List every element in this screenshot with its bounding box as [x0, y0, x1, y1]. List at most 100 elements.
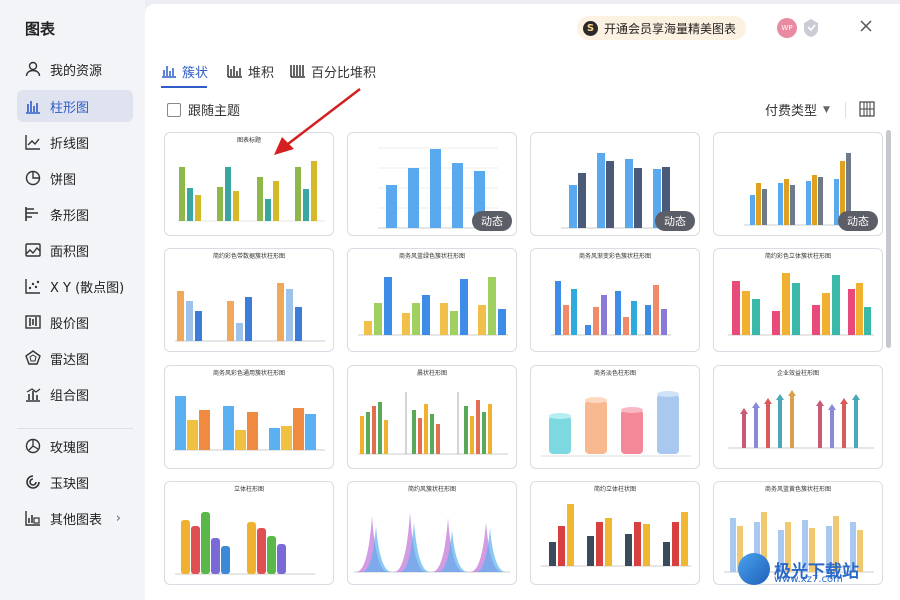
chart-template-card[interactable]: 商务淡色柱形图	[530, 365, 700, 469]
vip-promo-label: 开通会员享海量精美图表	[604, 21, 737, 36]
follow-theme-label: 跟随主题	[188, 104, 241, 119]
chart-template-card[interactable]: 动态	[347, 132, 517, 236]
chart-thumbnail	[358, 392, 508, 455]
chart-thumbnail	[541, 391, 691, 457]
vip-badge-icon[interactable]	[802, 18, 820, 38]
vip-promo-button[interactable]: S 开通会员享海量精美图表	[577, 16, 747, 40]
chart-thumbnail	[175, 512, 315, 575]
watermark-url: www.xz7.com	[774, 574, 843, 585]
follow-theme-checkbox[interactable]: 跟随主题	[167, 100, 240, 119]
chart-template-card[interactable]: 商务风渐变彩色簇状柱形图	[530, 248, 700, 352]
chart-template-card[interactable]: 简约立体柱状图	[530, 481, 700, 585]
sidebar-item-other-charts[interactable]: 其他图表 ›	[17, 502, 133, 534]
chart-template-card[interactable]: 简约风簇状柱形图	[347, 481, 517, 585]
sidebar-item-label: 玫瑰图	[50, 440, 90, 456]
chart-thumbnail	[728, 390, 874, 449]
toolbar-divider	[845, 102, 846, 118]
chart-template-card[interactable]: 晨状柱形图	[347, 365, 517, 469]
chart-template-card[interactable]: 动态	[530, 132, 700, 236]
column-chart-icon	[24, 97, 42, 115]
tab-label: 堆积	[248, 65, 275, 81]
sidebar-title: 图表	[25, 20, 56, 38]
checkbox-box[interactable]	[167, 102, 181, 117]
dynamic-badge: 动态	[655, 211, 695, 231]
sidebar-item-bar-chart[interactable]: 条形图	[17, 198, 133, 230]
caret-down-icon: ▼	[823, 104, 830, 115]
card-title: 商务风蓝绿色簇状柱形图	[398, 253, 465, 260]
sidebar-item-ring-chart[interactable]: 玉玦图	[17, 466, 133, 498]
tab-clustered[interactable]: 簇状	[161, 60, 208, 82]
card-title: 简约彩色立体簇状柱形图	[764, 253, 831, 260]
tab-stacked[interactable]: 堆积	[227, 60, 274, 82]
card-title: 商务风彩色通用簇状柱形图	[212, 370, 285, 377]
active-tab-underline	[161, 86, 207, 88]
sidebar-item-label: 饼图	[50, 172, 77, 188]
sidebar-item-my-resources[interactable]: 我的资源	[17, 53, 133, 85]
sidebar-item-scatter-chart[interactable]: X Y (散点图)	[17, 270, 133, 302]
sidebar-item-label: 玉玦图	[50, 476, 90, 492]
card-title: 商务风渐变彩色簇状柱形图	[578, 253, 651, 260]
chart-thumbnail	[175, 283, 325, 342]
sidebar-item-line-chart[interactable]: 折线图	[17, 126, 133, 158]
sidebar-item-label: 折线图	[50, 136, 90, 152]
sidebar-item-label: 面积图	[50, 244, 90, 260]
card-title: 立体柱形图	[233, 486, 264, 493]
watermark: 极光下载站 www.xz7.com	[738, 549, 893, 589]
sidebar-item-column-chart[interactable]: 柱形图	[17, 90, 133, 122]
card-title: 简约立体柱状图	[593, 486, 636, 493]
chart-template-card[interactable]: 商务风蓝绿色簇状柱形图	[347, 248, 517, 352]
dynamic-badge: 动态	[838, 211, 878, 231]
tab-label: 簇状	[182, 65, 209, 81]
chart-template-card[interactable]: 商务风彩色通用簇状柱形图	[164, 365, 334, 469]
pay-type-dropdown[interactable]: 付费类型 ▼	[765, 100, 830, 119]
chart-thumbnail	[541, 504, 691, 567]
radar-chart-icon	[24, 349, 42, 367]
card-title: 简约风簇状柱形图	[407, 486, 456, 493]
sidebar-item-label: 雷达图	[50, 352, 90, 368]
chart-template-card[interactable]: 简约彩色立体簇状柱形图	[713, 248, 883, 352]
tab-percent-stacked[interactable]: 百分比堆积	[290, 60, 376, 82]
card-title: 简约彩色带数据簇状柱形图	[212, 253, 285, 260]
avatar[interactable]: WP	[777, 18, 797, 38]
chart-thumbnail	[173, 396, 325, 451]
sidebar-item-label: 其他图表	[50, 512, 103, 528]
vip-diamond-icon: S	[583, 20, 598, 36]
sidebar-item-rose-chart[interactable]: 玫瑰图	[17, 430, 133, 462]
sidebar-item-label: 股价图	[50, 316, 90, 332]
tab-label: 百分比堆积	[311, 65, 377, 81]
chart-thumbnail	[728, 273, 874, 336]
sidebar-item-pie-chart[interactable]: 饼图	[17, 162, 133, 194]
main-panel: S 开通会员享海量精美图表 WP 簇状 堆积 百分比堆积 跟随主题 付费类型 ▼	[145, 4, 900, 600]
sidebar-item-label: 我的资源	[50, 63, 103, 79]
line-chart-icon	[24, 133, 42, 151]
close-icon[interactable]	[857, 17, 875, 35]
chart-thumbnail	[358, 277, 508, 336]
sidebar-item-label: 组合图	[50, 388, 90, 404]
scrollbar[interactable]	[886, 130, 891, 348]
card-title: 商务淡色柱形图	[593, 370, 636, 377]
grid-view-icon[interactable]	[859, 101, 875, 117]
sidebar-divider	[17, 428, 133, 429]
chart-thumbnail	[551, 281, 671, 336]
sidebar-item-area-chart[interactable]: 面积图	[17, 234, 133, 266]
ring-chart-icon	[24, 473, 42, 491]
pay-type-label: 付费类型	[765, 104, 818, 119]
annotation-arrow-icon	[274, 88, 361, 155]
chart-template-card[interactable]: 动态	[713, 132, 883, 236]
chart-template-card[interactable]: 立体柱形图	[164, 481, 334, 585]
card-title: 企业效益柱形图	[776, 370, 819, 377]
percent-stacked-column-icon	[290, 65, 305, 78]
column-chart-icon	[162, 66, 176, 78]
chevron-right-icon: ›	[115, 510, 121, 526]
stacked-column-icon	[227, 65, 242, 78]
sidebar-item-label: X Y (散点图)	[50, 280, 125, 296]
rose-chart-icon	[24, 437, 42, 455]
chart-template-card[interactable]: 企业效益柱形图	[713, 365, 883, 469]
sidebar-item-combo-chart[interactable]: 组合图	[17, 378, 133, 410]
sidebar-item-radar-chart[interactable]: 雷达图	[17, 342, 133, 374]
sidebar-item-stock-chart[interactable]: 股价图	[17, 306, 133, 338]
sidebar-item-label: 柱形图	[50, 100, 90, 116]
chart-template-card[interactable]: 简约彩色带数据簇状柱形图	[164, 248, 334, 352]
scatter-chart-icon	[24, 277, 42, 295]
card-title: 商务风蓝黄色簇状柱形图	[764, 486, 831, 493]
